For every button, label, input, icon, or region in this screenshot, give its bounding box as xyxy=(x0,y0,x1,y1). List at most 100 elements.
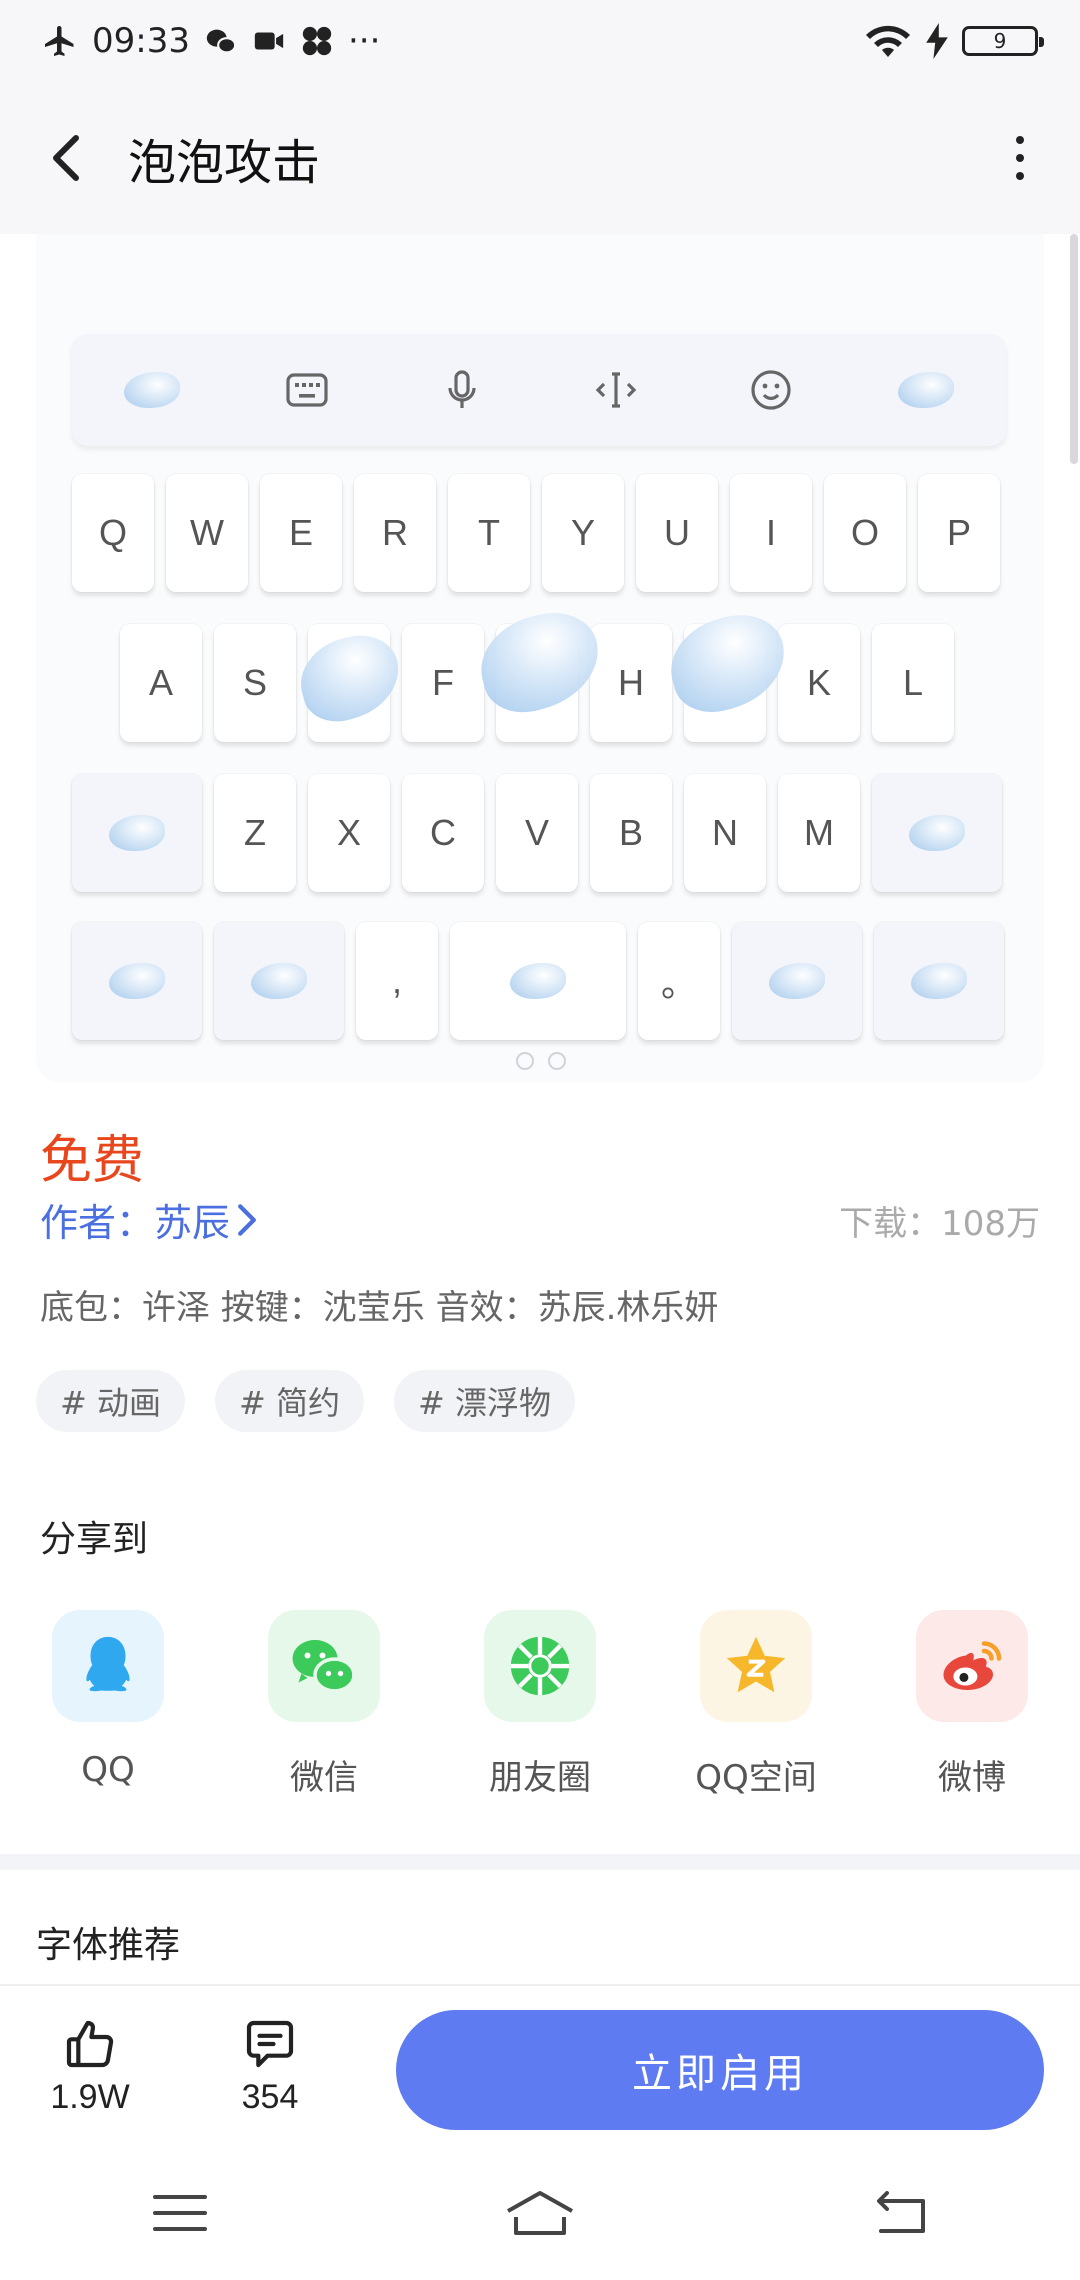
share-qzone[interactable]: QQ空间 xyxy=(648,1610,864,1799)
wechat-notification-icon xyxy=(206,29,237,54)
key-s[interactable]: S xyxy=(214,624,296,742)
nav-menu-button[interactable] xyxy=(130,2173,230,2253)
nav-home-button[interactable] xyxy=(490,2173,590,2253)
text-cursor-icon xyxy=(596,372,637,408)
battery-level: 9 xyxy=(993,29,1007,53)
chevron-right-icon xyxy=(238,1203,256,1236)
moments-icon xyxy=(484,1610,596,1722)
bubble-icon xyxy=(109,815,165,851)
key-e[interactable]: E xyxy=(260,474,342,592)
action-bar: 1.9W 354 立即启用 xyxy=(0,1986,1080,2146)
chevron-left-icon xyxy=(53,135,79,181)
toolbar-bubble-left xyxy=(112,350,192,430)
wifi-icon xyxy=(866,25,910,57)
key-row-3: Z X C V B N M xyxy=(72,774,1002,892)
key-p[interactable]: P xyxy=(918,474,1000,592)
voice-input-button[interactable] xyxy=(422,350,502,430)
menu-icon xyxy=(153,2195,207,2231)
key-u[interactable]: U xyxy=(636,474,718,592)
bubble-icon xyxy=(251,963,307,999)
scrollbar-thumb[interactable] xyxy=(1070,234,1078,464)
tag-chip[interactable]: # 漂浮物 xyxy=(394,1370,575,1432)
share-qq[interactable]: QQ xyxy=(0,1610,216,1799)
key-l[interactable]: L xyxy=(872,624,954,742)
credits-text: 底包：许泽 按键：沈莹乐 音效：苏辰.林乐妍 xyxy=(40,1288,719,1328)
share-label: 朋友圈 xyxy=(489,1758,591,1798)
key-x[interactable]: X xyxy=(308,774,390,892)
like-count: 1.9W xyxy=(50,2078,130,2116)
thumbs-up-icon xyxy=(66,2020,114,2068)
numbers-key[interactable] xyxy=(214,922,344,1040)
share-label: 微信 xyxy=(290,1758,358,1798)
key-m[interactable]: M xyxy=(778,774,860,892)
share-options: QQ 微信 朋友圈 QQ空间 微博 xyxy=(0,1610,1080,1799)
symbols-key[interactable] xyxy=(72,922,202,1040)
tag-chip[interactable]: # 简约 xyxy=(215,1370,364,1432)
bubble-icon xyxy=(124,372,180,408)
like-button[interactable]: 1.9W xyxy=(40,2016,140,2136)
nav-back-button[interactable] xyxy=(850,2173,950,2253)
battery-icon: 9 xyxy=(962,26,1044,56)
cursor-move-button[interactable] xyxy=(576,350,656,430)
enter-key[interactable] xyxy=(874,922,1004,1040)
pager-dot[interactable] xyxy=(516,1052,534,1070)
key-t[interactable]: T xyxy=(448,474,530,592)
key-row-1: Q W E R T Y U I O P xyxy=(72,474,1000,592)
key-b[interactable]: B xyxy=(590,774,672,892)
key-f[interactable]: F xyxy=(402,624,484,742)
wechat-icon xyxy=(268,1610,380,1722)
key-o[interactable]: O xyxy=(824,474,906,592)
microphone-icon xyxy=(447,370,476,408)
author-link[interactable]: 作者：苏辰 xyxy=(40,1192,258,1247)
scrollbar[interactable] xyxy=(1068,234,1080,464)
key-i[interactable]: I xyxy=(730,474,812,592)
share-label: 微博 xyxy=(938,1758,1006,1798)
comma-key[interactable]: , xyxy=(356,922,438,1040)
page-title: 泡泡攻击 xyxy=(128,135,321,191)
key-w[interactable]: W xyxy=(166,474,248,592)
share-moments[interactable]: 朋友圈 xyxy=(432,1610,648,1799)
back-arrow-icon xyxy=(877,2191,925,2233)
toolbar-bubble-right xyxy=(886,350,966,430)
key-k[interactable]: K xyxy=(778,624,860,742)
key-v[interactable]: V xyxy=(496,774,578,892)
status-more: ··· xyxy=(347,21,381,61)
comment-icon xyxy=(246,2020,294,2068)
back-button[interactable] xyxy=(40,128,90,188)
key-c[interactable]: C xyxy=(402,774,484,892)
key-q[interactable]: Q xyxy=(72,474,154,592)
keyboard-switch-button[interactable] xyxy=(267,350,347,430)
preview-pager xyxy=(516,1052,566,1070)
home-icon xyxy=(507,2191,573,2235)
comment-count: 354 xyxy=(241,2078,299,2116)
price-label: 免费 xyxy=(40,1131,145,1191)
key-r[interactable]: R xyxy=(354,474,436,592)
share-wechat[interactable]: 微信 xyxy=(216,1610,432,1799)
language-key[interactable] xyxy=(732,922,862,1040)
key-a[interactable]: A xyxy=(120,624,202,742)
space-key[interactable] xyxy=(450,922,626,1040)
key-h[interactable]: H xyxy=(590,624,672,742)
emoji-button[interactable] xyxy=(731,350,811,430)
apply-now-button[interactable]: 立即启用 xyxy=(396,2010,1044,2130)
share-label: QQ空间 xyxy=(695,1758,817,1798)
share-label: QQ xyxy=(81,1750,135,1790)
smiley-icon xyxy=(751,370,791,410)
keyboard-preview: Q W E R T Y U I O P A S D F G H J K L xyxy=(36,234,1044,1082)
key-n[interactable]: N xyxy=(684,774,766,892)
period-key[interactable]: 。 xyxy=(638,922,720,1040)
author-name: 作者：苏辰 xyxy=(40,1201,231,1245)
comment-button[interactable]: 354 xyxy=(220,2016,320,2136)
bubble-icon xyxy=(769,963,825,999)
key-y[interactable]: Y xyxy=(542,474,624,592)
qzone-icon xyxy=(700,1610,812,1722)
share-weibo[interactable]: 微博 xyxy=(864,1610,1080,1799)
key-z[interactable]: Z xyxy=(214,774,296,892)
more-dot-icon xyxy=(1016,154,1024,162)
pager-dot[interactable] xyxy=(548,1052,566,1070)
tag-chip[interactable]: # 动画 xyxy=(36,1370,185,1432)
section-divider xyxy=(0,1854,1080,1870)
backspace-key[interactable] xyxy=(872,774,1002,892)
more-menu-button[interactable] xyxy=(1000,128,1040,188)
shift-key[interactable] xyxy=(72,774,202,892)
